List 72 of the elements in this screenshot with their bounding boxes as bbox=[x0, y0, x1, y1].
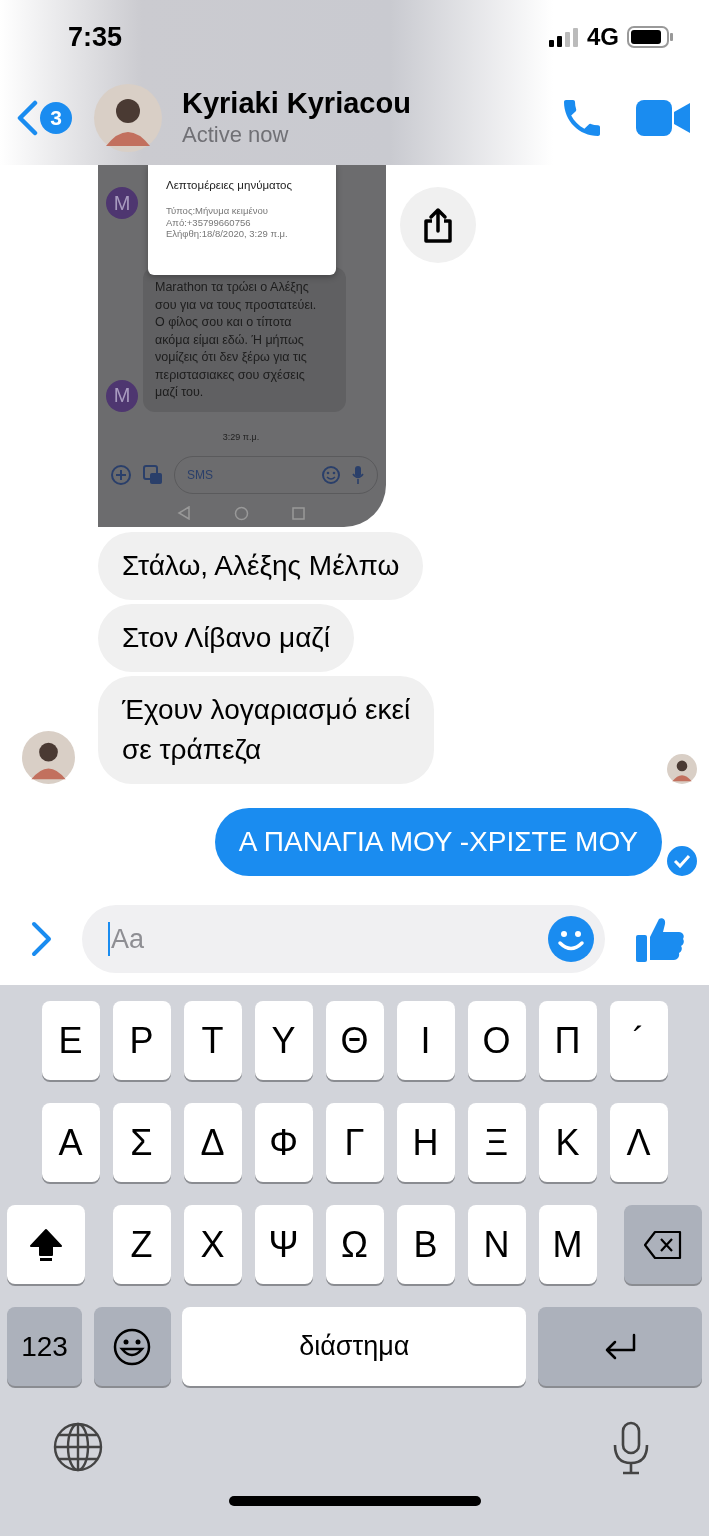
backspace-icon[interactable] bbox=[643, 1229, 683, 1260]
keyboard-key[interactable]: Ω bbox=[325, 1205, 384, 1284]
shift-icon[interactable] bbox=[28, 1226, 64, 1263]
contact-name: Kyriaki Kyriacou bbox=[182, 87, 412, 120]
keyboard-key[interactable]: Β bbox=[396, 1205, 455, 1284]
message-bubble: Έχουν λογαριασμό εκεί σε τράπεζα bbox=[98, 676, 435, 784]
keyboard-key[interactable]: Τ bbox=[183, 1001, 242, 1080]
message-text: περιστασιακες σου σχέσεις bbox=[155, 366, 306, 384]
keyboard-key[interactable]: Χ bbox=[183, 1205, 242, 1284]
shift-key[interactable] bbox=[7, 1205, 85, 1284]
popup-detail: Ελήφθη:18/8/2020, 3:29 π.μ. bbox=[166, 228, 289, 240]
numbers-key[interactable]: 123 bbox=[7, 1307, 82, 1386]
message-bubble: Α ΠΑΝΑΓΙΑ ΜΟΥ -ΧΡΙΣΤΕ ΜΟΥ bbox=[214, 808, 662, 876]
delete-key[interactable] bbox=[624, 1205, 702, 1284]
contact-status: Active now bbox=[182, 122, 290, 148]
avatar[interactable] bbox=[22, 731, 75, 784]
message-bubble: Στάλω, Αλέξης Μέλπω bbox=[98, 532, 424, 600]
keyboard-key[interactable]: Γ bbox=[325, 1103, 384, 1182]
keyboard-key[interactable]: Π bbox=[538, 1001, 597, 1080]
battery-icon bbox=[627, 26, 673, 48]
keyboard-key[interactable]: Η bbox=[396, 1103, 455, 1182]
thumbs-up-icon[interactable] bbox=[635, 915, 685, 963]
keyboard-key[interactable]: Ζ bbox=[112, 1205, 171, 1284]
expand-icon[interactable] bbox=[30, 921, 52, 957]
message-field[interactable]: Aa bbox=[82, 905, 605, 973]
network-type: 4G bbox=[587, 23, 619, 51]
keyboard-key[interactable]: Φ bbox=[254, 1103, 313, 1182]
add-icon[interactable] bbox=[110, 463, 132, 486]
unread-badge: 3 bbox=[40, 101, 72, 134]
contact-avatar: M bbox=[106, 187, 138, 219]
message-text: νομίζεις ότι δεν ξέρω για τις bbox=[155, 349, 308, 366]
keyboard-key[interactable]: Δ bbox=[183, 1103, 242, 1182]
microphone-icon[interactable] bbox=[611, 1421, 651, 1475]
avatar[interactable] bbox=[94, 83, 162, 152]
message-text: ακόμα είμαι εδώ. Ή μήπως bbox=[155, 331, 305, 349]
keyboard-key[interactable]: Υ bbox=[254, 1001, 313, 1080]
message-bubble: Στον Λίβανο μαζί bbox=[98, 604, 354, 672]
back-icon[interactable] bbox=[16, 99, 38, 136]
gallery-icon[interactable] bbox=[142, 463, 164, 486]
keyboard-key[interactable]: Μ bbox=[538, 1205, 597, 1284]
keyboard-key[interactable]: Ε bbox=[41, 1001, 100, 1080]
popup-detail: Τύπος:Μήνυμα κειμένου bbox=[166, 205, 269, 217]
nav-back-icon[interactable] bbox=[177, 506, 192, 520]
keyboard-key[interactable]: Κ bbox=[538, 1103, 597, 1182]
popup-detail: Από:+35799660756 bbox=[166, 216, 252, 228]
message-text: Marathon τα τρώει ο Αλέξης bbox=[155, 279, 310, 296]
contact-avatar: M bbox=[106, 379, 138, 412]
signal-icon bbox=[549, 27, 579, 47]
share-icon[interactable] bbox=[422, 207, 454, 243]
keyboard-key[interactable]: Ρ bbox=[112, 1001, 171, 1080]
nav-home-icon[interactable] bbox=[234, 505, 249, 521]
keyboard-key[interactable]: Α bbox=[41, 1103, 100, 1182]
keyboard-key[interactable]: Ι bbox=[396, 1001, 455, 1080]
space-key[interactable]: διάστημα bbox=[182, 1307, 527, 1386]
message-text: σου για να τους προστατεύει. bbox=[155, 296, 318, 314]
globe-icon[interactable] bbox=[52, 1421, 104, 1473]
message-time: 3:29 π.μ. bbox=[222, 431, 260, 442]
keyboard-key[interactable]: Θ bbox=[325, 1001, 384, 1080]
keyboard-key[interactable]: Σ bbox=[112, 1103, 171, 1182]
keyboard-key[interactable]: Ν bbox=[467, 1205, 526, 1284]
emoji-icon[interactable] bbox=[112, 1326, 153, 1367]
keyboard-key[interactable]: Ψ bbox=[254, 1205, 313, 1284]
message-text: Ο φίλος σου και ο τίποτα bbox=[155, 314, 293, 331]
keyboard-key[interactable]: Λ bbox=[609, 1103, 668, 1182]
keyboard-key[interactable]: Ξ bbox=[467, 1103, 526, 1182]
popup-title: Λεπτομέρειες μηνύματος bbox=[166, 179, 293, 191]
emoji-key[interactable] bbox=[93, 1307, 171, 1386]
video-call-icon[interactable] bbox=[636, 99, 690, 136]
status-time: 7:35 bbox=[68, 21, 123, 53]
keyboard-key[interactable]: ´ bbox=[609, 1001, 668, 1080]
keyboard-key[interactable]: Ο bbox=[467, 1001, 526, 1080]
message-text: μαζί του. bbox=[155, 384, 205, 401]
